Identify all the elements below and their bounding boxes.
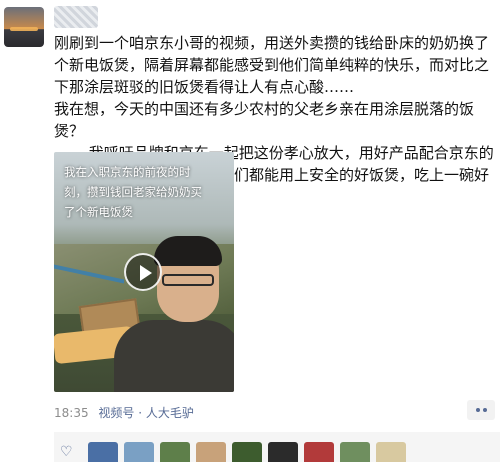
like-avatar[interactable] <box>88 442 118 462</box>
more-options-button[interactable] <box>467 400 495 420</box>
avatar-sunset <box>10 27 38 31</box>
post-meta: 18:35 视频号 · 人大毛驴 <box>54 404 194 421</box>
like-avatar[interactable] <box>268 442 298 462</box>
post-paragraph-2: 我在想，今天的中国还有多少农村的父老乡亲在用涂层脱落的饭煲？ <box>54 100 475 140</box>
username-blurred[interactable] <box>54 6 98 28</box>
like-avatar[interactable] <box>232 442 262 462</box>
video-person-body <box>114 320 234 392</box>
user-avatar[interactable] <box>4 7 44 47</box>
heart-icon: ♡ <box>60 444 73 460</box>
video-person-glasses <box>162 274 214 286</box>
post-paragraph-1: 刚刷到一个咱京东小哥的视频，用送外卖攒的钱给卧床的奶奶换了个新电饭煲，隔着屏幕都… <box>54 34 490 96</box>
likes-bar: ♡ <box>54 432 500 462</box>
video-thumbnail[interactable]: 我在入职京东的前夜的时刻，攒到钱回老家给奶奶买了个新电饭煲 <box>54 152 234 392</box>
channel-link[interactable]: 视频号 · 人大毛驴 <box>98 406 193 420</box>
dot-icon <box>475 408 480 412</box>
like-avatar[interactable] <box>160 442 190 462</box>
like-avatar[interactable] <box>340 442 370 462</box>
like-avatar[interactable] <box>376 442 406 462</box>
like-avatar[interactable] <box>196 442 226 462</box>
play-icon[interactable] <box>124 253 162 291</box>
video-caption: 我在入职京东的前夜的时刻，攒到钱回老家给奶奶买了个新电饭煲 <box>64 165 202 219</box>
video-person-hair <box>154 236 222 266</box>
like-avatar[interactable] <box>124 442 154 462</box>
post-time: 18:35 <box>54 406 89 420</box>
like-avatar[interactable] <box>304 442 334 462</box>
dot-icon <box>482 408 487 412</box>
